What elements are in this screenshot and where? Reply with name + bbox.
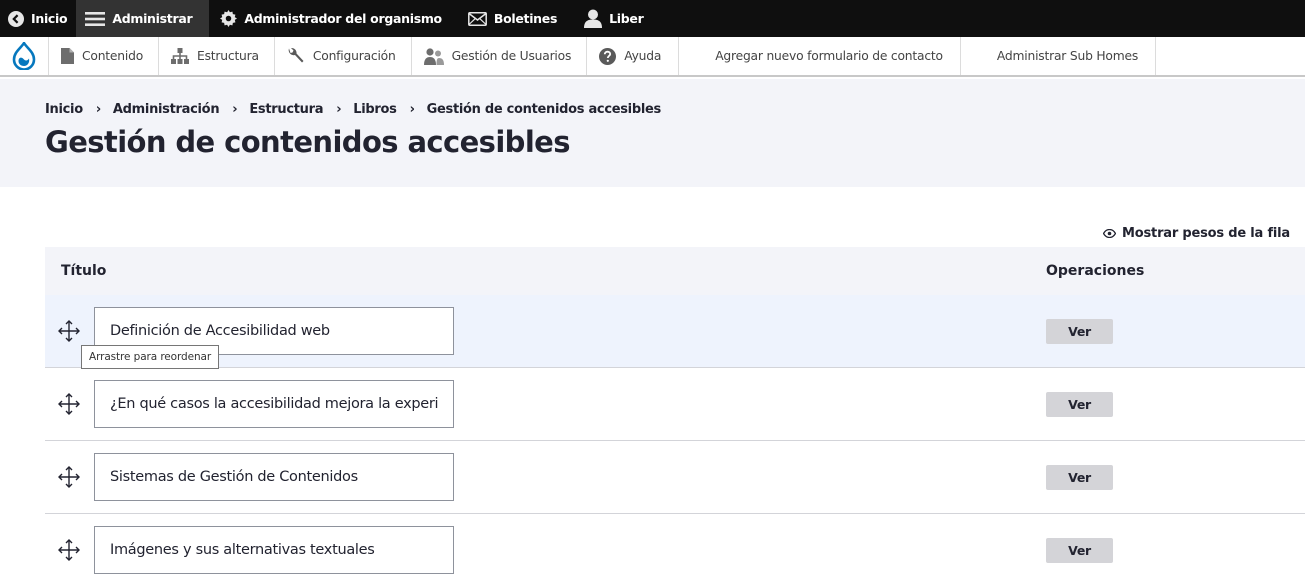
tray-item-users[interactable]: Gestión de Usuarios xyxy=(412,37,588,75)
breadcrumb-separator: › xyxy=(95,102,101,117)
breadcrumb-item-current[interactable]: Gestión de contenidos accesibles xyxy=(427,102,662,117)
tray-item-structure[interactable]: Estructura xyxy=(159,37,275,75)
tray-item-configuration[interactable]: Configuración xyxy=(275,37,412,75)
tray-item-help[interactable]: Ayuda xyxy=(587,37,680,75)
document-icon xyxy=(61,48,74,64)
table-row: Ver xyxy=(45,441,1305,514)
show-row-weights-link[interactable]: Mostrar pesos de la fila xyxy=(1103,226,1290,241)
toolbar-organism-admin-label: Administrador del organismo xyxy=(244,11,442,26)
breadcrumb-item-home[interactable]: Inicio xyxy=(45,102,83,117)
view-button[interactable]: Ver xyxy=(1046,538,1113,563)
admin-toolbar: Inicio Administrar Administrador del org… xyxy=(0,0,1305,37)
row-title-input[interactable] xyxy=(94,453,454,501)
admin-tray: Contenido Estructura Configuración Gesti… xyxy=(0,37,1305,77)
breadcrumb-item-administration[interactable]: Administración xyxy=(113,102,220,117)
tray-item-configuration-label: Configuración xyxy=(312,49,396,63)
tray-item-content[interactable]: Contenido xyxy=(49,37,160,75)
tray-item-sub-homes[interactable]: Administrar Sub Homes xyxy=(961,37,1157,75)
page-title: Gestión de contenidos accesibles xyxy=(45,125,570,159)
drag-tooltip: Arrastre para reordenar xyxy=(81,345,220,369)
column-header-title: Título xyxy=(61,263,107,279)
show-row-weights-label: Mostrar pesos de la fila xyxy=(1122,226,1290,241)
tray-item-content-label: Contenido xyxy=(82,49,144,63)
gear-icon xyxy=(220,10,238,27)
book-outline-table: Título Operaciones Ver Ver Ver Ver xyxy=(45,247,1305,584)
chevron-left-circle-icon xyxy=(8,10,24,27)
drupal-drop-icon xyxy=(12,42,36,70)
hamburger-menu-icon xyxy=(85,11,106,26)
breadcrumb-item-books[interactable]: Libros xyxy=(353,102,397,117)
help-icon xyxy=(599,47,617,65)
breadcrumb: Inicio › Administración › Estructura › L… xyxy=(45,102,661,117)
toolbar-user-label: Liber xyxy=(609,11,644,26)
drag-handle-icon[interactable] xyxy=(58,539,80,561)
toolbar-manage-label: Administrar xyxy=(112,11,193,26)
toolbar-newsletters-label: Boletines xyxy=(493,11,558,26)
user-icon xyxy=(584,9,603,28)
toolbar-home-link[interactable]: Inicio xyxy=(0,0,76,37)
drupal-logo[interactable] xyxy=(0,37,49,75)
tray-item-help-label: Ayuda xyxy=(624,49,662,63)
toolbar-home-label: Inicio xyxy=(31,11,68,26)
table-row: Ver xyxy=(45,295,1305,368)
breadcrumb-item-structure[interactable]: Estructura xyxy=(249,102,323,117)
breadcrumb-separator: › xyxy=(336,102,342,117)
row-title-input[interactable] xyxy=(94,526,454,574)
table-row: Ver xyxy=(45,368,1305,441)
view-button[interactable]: Ver xyxy=(1046,465,1113,490)
sitemap-icon xyxy=(171,48,190,64)
column-header-operations: Operaciones xyxy=(1046,263,1145,279)
view-button[interactable]: Ver xyxy=(1046,392,1113,417)
breadcrumb-separator: › xyxy=(232,102,238,117)
toolbar-user-link[interactable]: Liber xyxy=(566,0,652,37)
eye-icon xyxy=(1103,229,1117,238)
users-icon xyxy=(423,47,444,65)
tray-item-users-label: Gestión de Usuarios xyxy=(451,49,572,63)
wrench-icon xyxy=(288,47,304,63)
drag-handle-icon[interactable] xyxy=(58,320,80,342)
tray-item-sub-homes-label: Administrar Sub Homes xyxy=(996,49,1139,63)
table-row: Ver xyxy=(45,514,1305,584)
table-header: Título Operaciones xyxy=(45,247,1305,295)
tray-item-structure-label: Estructura xyxy=(197,49,259,63)
breadcrumb-separator: › xyxy=(409,102,415,117)
row-title-input[interactable] xyxy=(94,380,454,428)
toolbar-manage-link[interactable]: Administrar xyxy=(76,0,210,37)
drag-handle-icon[interactable] xyxy=(58,393,80,415)
envelope-icon xyxy=(467,11,487,26)
page-header: Inicio › Administración › Estructura › L… xyxy=(0,79,1305,187)
toolbar-organism-admin-link[interactable]: Administrador del organismo xyxy=(209,0,451,37)
tray-item-add-contact-form-label: Agregar nuevo formulario de contacto xyxy=(715,49,943,63)
toolbar-newsletters-link[interactable]: Boletines xyxy=(451,0,566,37)
drag-handle-icon[interactable] xyxy=(58,466,80,488)
view-button[interactable]: Ver xyxy=(1046,319,1113,344)
tray-item-add-contact-form[interactable]: Agregar nuevo formulario de contacto xyxy=(679,37,961,75)
